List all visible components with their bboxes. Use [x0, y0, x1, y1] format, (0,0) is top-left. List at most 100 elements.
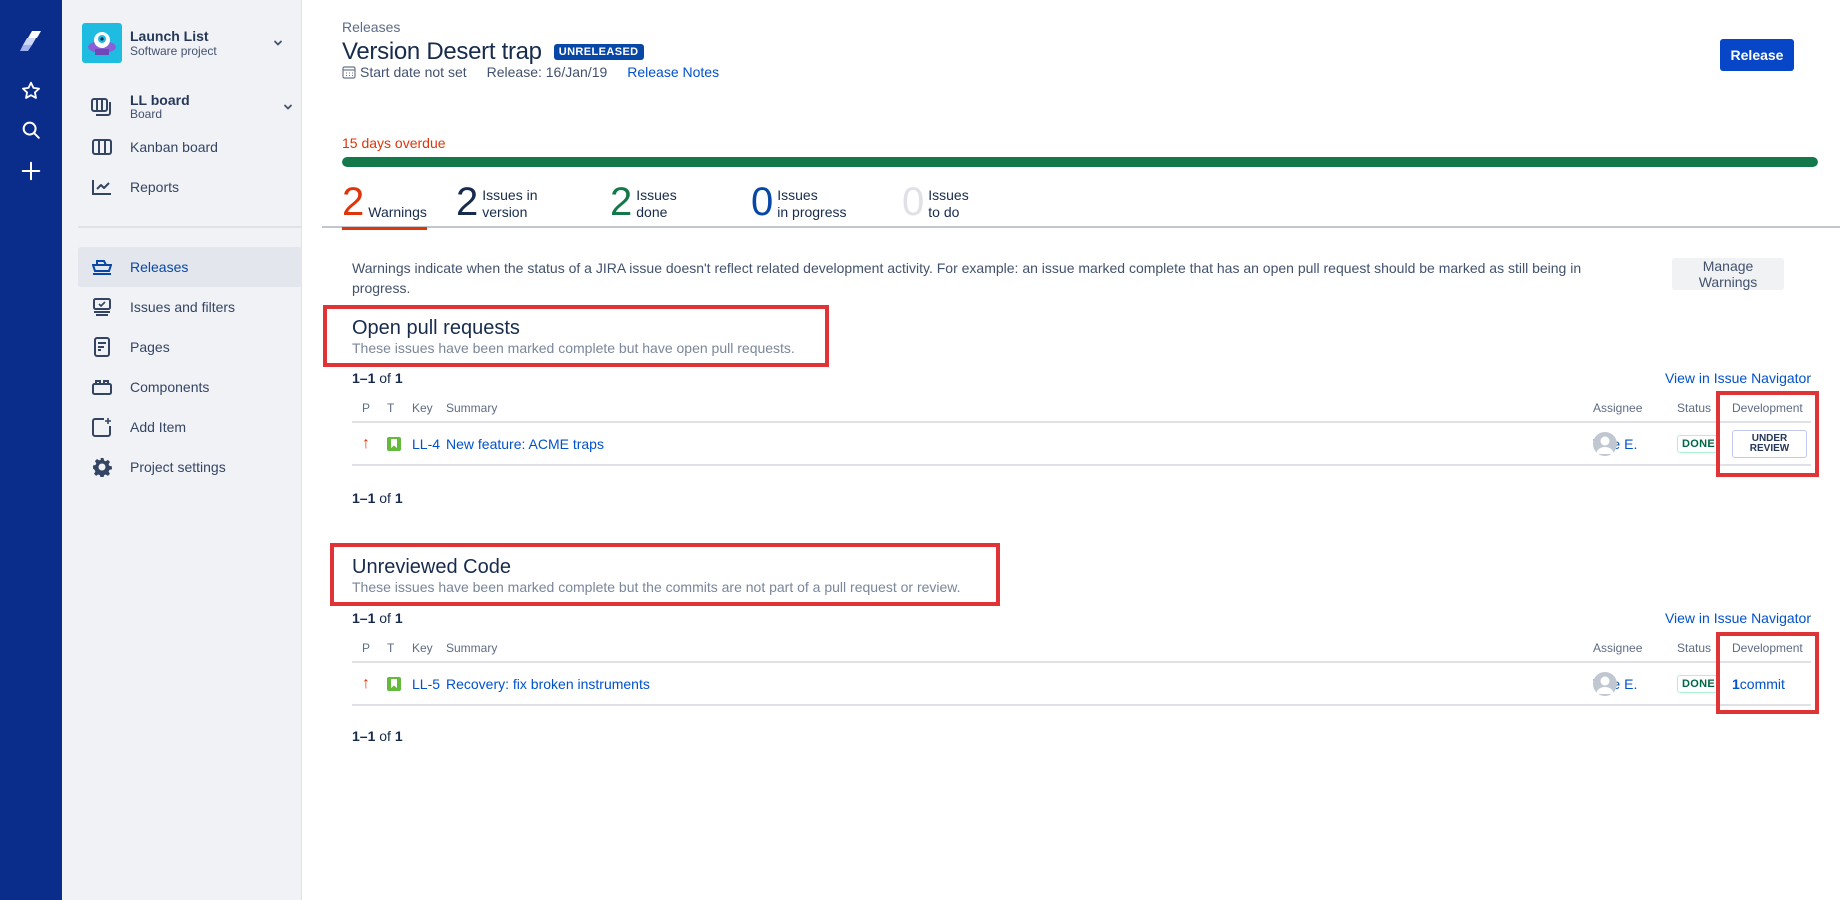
search-icon[interactable] — [16, 115, 46, 145]
sidebar-item-components[interactable]: Components — [78, 367, 302, 407]
commit-link[interactable]: 1 commit — [1732, 675, 1785, 692]
col-key[interactable]: Key — [412, 401, 433, 415]
section-title: Open pull requests — [352, 317, 520, 339]
table-header: P T Key Summary Assignee Status Developm… — [352, 635, 1811, 663]
release-progress-bar — [342, 157, 1818, 167]
manage-warnings-button[interactable]: Manage Warnings — [1672, 258, 1784, 290]
sidebar-item-label: Issues and filters — [130, 299, 236, 315]
sidebar-item-label: Pages — [130, 339, 170, 355]
col-key[interactable]: Key — [412, 641, 433, 655]
project-type: Software project — [130, 44, 217, 58]
sidebar-item-pages[interactable]: Pages — [78, 327, 302, 367]
page-icon — [90, 335, 114, 359]
reports-icon — [90, 175, 114, 199]
issue-summary-link[interactable]: Recovery: fix broken instruments — [446, 676, 650, 692]
sidebar-item-label: Project settings — [130, 459, 226, 475]
sidebar-item-kanban-board[interactable]: Kanban board — [78, 127, 302, 167]
tab-count: 0 — [751, 180, 774, 224]
chevron-down-icon[interactable] — [280, 99, 296, 115]
count-total: 1 — [394, 728, 403, 744]
board-icon — [90, 95, 114, 119]
table-row: ↑ LL-5 Recovery: fix broken instruments … — [352, 663, 1811, 706]
priority-high-icon: ↑ — [362, 674, 370, 692]
sidebar-item-label: Releases — [130, 259, 189, 275]
release-stats-tabs: 2 Warnings 2 Issues in version 2 Issues do… — [322, 180, 1840, 230]
tab-count: 2 — [610, 180, 633, 224]
tab-count: 0 — [902, 180, 925, 224]
section-header-open-pull-requests: Open pull requests These issues have bee… — [352, 317, 795, 357]
sidebar-item-project-settings[interactable]: Project settings — [78, 447, 302, 487]
count-total: 1 — [394, 490, 403, 506]
board-type: Board — [130, 107, 163, 121]
col-assignee[interactable]: Assignee — [1593, 401, 1642, 415]
jira-logo-icon[interactable] — [16, 26, 46, 56]
project-switcher[interactable]: Launch List Software project — [82, 23, 292, 63]
tab-count: 2 — [456, 180, 479, 224]
kanban-icon — [90, 135, 114, 159]
tab-issues-done[interactable]: 2 Issues done — [610, 182, 677, 228]
plus-icon[interactable] — [16, 156, 46, 186]
chevron-down-icon[interactable] — [270, 35, 286, 51]
col-summary[interactable]: Summary — [446, 401, 497, 415]
pagination-count: 1–1 of 1 — [352, 728, 403, 744]
sidebar-item-issues-and-filters[interactable]: Issues and filters — [78, 287, 302, 327]
section-title: Unreviewed Code — [352, 556, 511, 578]
commit-label: commit — [1739, 675, 1785, 692]
components-icon — [90, 375, 114, 399]
main-content: Releases Version Desert trap UNRELEASED … — [303, 0, 1840, 900]
count-range: 1–1 — [352, 610, 376, 626]
section-subtitle: These issues have been marked complete b… — [352, 579, 961, 595]
tab-issues-in-version[interactable]: 2 Issues in version — [456, 182, 538, 228]
tab-label: Issues — [777, 187, 818, 203]
count-of: of — [379, 490, 391, 506]
tab-label: in progress — [777, 204, 847, 220]
issue-key-link[interactable]: LL-4 — [412, 436, 440, 452]
project-sidebar: Launch List Software project LL board Bo… — [62, 0, 302, 900]
release-notes-link[interactable]: Release Notes — [627, 64, 719, 80]
sidebar-item-add-item[interactable]: Add Item — [78, 407, 302, 447]
pagination-count: 1–1 of 1 — [352, 490, 403, 506]
col-status[interactable]: Status — [1677, 401, 1711, 415]
sidebar-item-reports[interactable]: Reports — [78, 167, 302, 207]
col-development[interactable]: Development — [1732, 401, 1803, 415]
release-button[interactable]: Release — [1720, 39, 1794, 71]
overdue-text: 15 days overdue — [342, 135, 446, 151]
add-item-icon — [90, 415, 114, 439]
tab-issues-in-progress[interactable]: 0 Issues in progress — [751, 182, 847, 228]
warnings-description: Warnings indicate when the status of a J… — [352, 260, 1582, 296]
table-row: ↑ LL-4 New feature: ACME traps Wile E. D… — [352, 423, 1811, 466]
issue-key-link[interactable]: LL-5 — [412, 676, 440, 692]
breadcrumb[interactable]: Releases — [342, 19, 400, 35]
release-date: Release: 16/Jan/19 — [486, 64, 608, 80]
count-range: 1–1 — [352, 728, 376, 744]
tab-warnings[interactable]: 2 Warnings — [342, 182, 427, 230]
pagination-count: 1–1 of 1 — [352, 610, 403, 626]
issues-icon — [90, 295, 114, 319]
col-type[interactable]: T — [387, 641, 394, 655]
count-of: of — [379, 728, 391, 744]
col-priority[interactable]: P — [362, 401, 370, 415]
view-in-issue-navigator-link[interactable]: View in Issue Navigator — [1665, 370, 1811, 386]
col-summary[interactable]: Summary — [446, 641, 497, 655]
star-icon[interactable] — [16, 76, 46, 106]
col-assignee[interactable]: Assignee — [1593, 641, 1642, 655]
sidebar-item-releases[interactable]: Releases — [78, 247, 302, 287]
sidebar-item-label: Reports — [130, 179, 180, 195]
calendar-icon — [342, 65, 356, 79]
col-development[interactable]: Development — [1732, 641, 1803, 655]
col-priority[interactable]: P — [362, 641, 370, 655]
sidebar-board-switcher[interactable]: LL board Board — [78, 87, 302, 127]
commit-count: 1 — [1732, 675, 1740, 692]
view-in-issue-navigator-link[interactable]: View in Issue Navigator — [1665, 610, 1811, 626]
priority-high-icon: ↑ — [362, 434, 370, 452]
col-type[interactable]: T — [387, 401, 394, 415]
section-subtitle: These issues have been marked complete b… — [352, 340, 795, 356]
pagination-count: 1–1 of 1 — [352, 370, 403, 386]
tab-issues-to-do[interactable]: 0 Issues to do — [902, 182, 969, 228]
issues-table: P T Key Summary Assignee Status Developm… — [352, 635, 1811, 706]
under-review-button[interactable]: UNDER REVIEW — [1732, 429, 1807, 458]
board-name: LL board — [130, 92, 190, 108]
col-status[interactable]: Status — [1677, 641, 1711, 655]
issue-summary-link[interactable]: New feature: ACME traps — [446, 436, 604, 452]
tab-label: done — [636, 204, 668, 220]
